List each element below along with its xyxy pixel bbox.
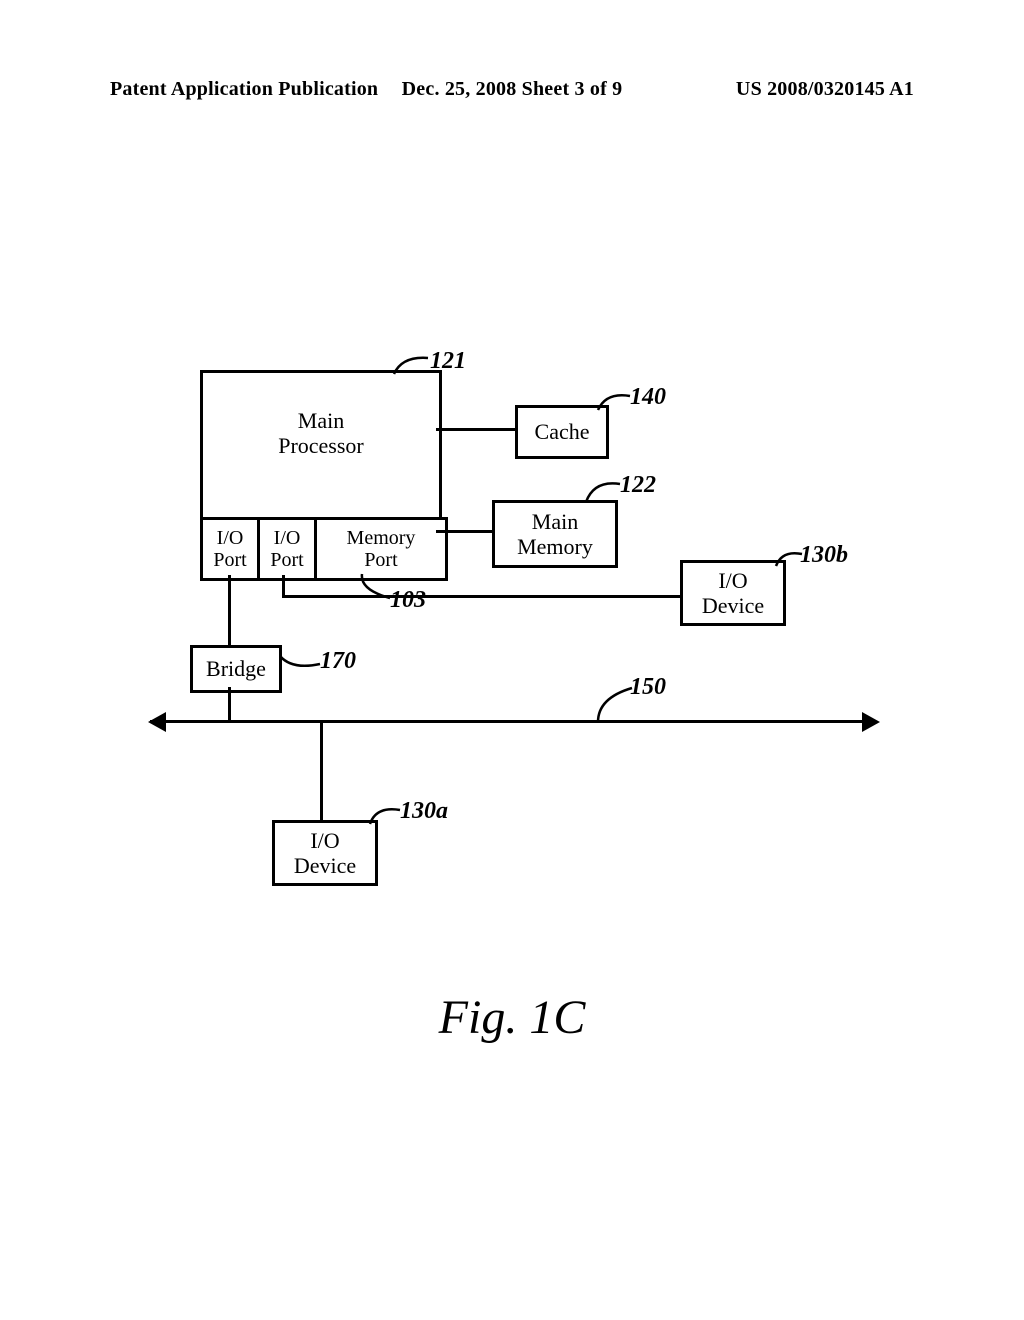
block-io-port-1: I/O Port (200, 517, 257, 581)
label-main-processor: Main Processor (203, 408, 439, 459)
callout-130a: 130a (400, 798, 448, 825)
system-bus (150, 720, 870, 723)
header-left: Patent Application Publication (110, 78, 378, 101)
leader-103 (358, 572, 392, 602)
block-io-device-a: I/O Device (272, 820, 378, 886)
leader-130b (774, 548, 804, 568)
callout-122: 122 (620, 472, 656, 499)
callout-150: 150 (630, 674, 666, 701)
leader-121 (392, 352, 432, 376)
leader-140 (596, 390, 632, 412)
block-bridge: Bridge (190, 645, 282, 693)
callout-103: 103 (390, 587, 426, 614)
block-main-processor: Main Processor I/O Port I/O Port Memory … (200, 370, 442, 581)
leader-170 (278, 652, 322, 672)
leader-150 (594, 686, 634, 724)
wire-memport-mainmem (436, 530, 494, 533)
wire-bus-iodeva (320, 721, 323, 821)
wire-proc-cache (436, 428, 516, 431)
callout-130b: 130b (800, 542, 848, 569)
wire-ioport2-down (282, 575, 285, 597)
header-right: US 2008/0320145 A1 (736, 78, 914, 101)
wire-ioport2-iodevb (282, 595, 682, 598)
bus-arrow-left-icon (148, 712, 166, 732)
processor-port-row: I/O Port I/O Port Memory Port (200, 517, 442, 581)
wire-bridge-bus (228, 687, 231, 722)
leader-122 (584, 478, 622, 504)
block-main-memory: Main Memory (492, 500, 618, 568)
block-io-device-b: I/O Device (680, 560, 786, 626)
callout-170: 170 (320, 648, 356, 675)
leader-130a (368, 804, 402, 826)
block-io-port-2: I/O Port (257, 517, 314, 581)
diagram: Main Processor I/O Port I/O Port Memory … (160, 350, 860, 910)
bus-arrow-right-icon (862, 712, 880, 732)
block-cache: Cache (515, 405, 609, 459)
callout-121: 121 (430, 348, 466, 375)
header-center: Dec. 25, 2008 Sheet 3 of 9 (402, 78, 623, 101)
callout-140: 140 (630, 384, 666, 411)
figure-caption: Fig. 1C (439, 990, 586, 1045)
wire-ioport1-bridge (228, 575, 231, 647)
